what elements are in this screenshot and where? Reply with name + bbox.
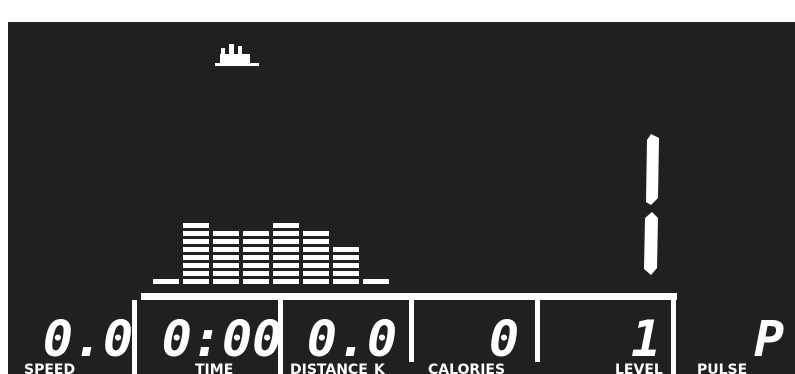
profile-segment [303, 247, 329, 252]
profile-segment [303, 263, 329, 268]
profile-segment [243, 247, 269, 252]
speed-label: SPEED [24, 362, 75, 374]
program-profile-chart [153, 223, 389, 284]
profile-segment [213, 239, 239, 244]
profile-segment [273, 279, 299, 284]
profile-segment [303, 255, 329, 260]
profile-segment [213, 255, 239, 260]
profile-column [213, 231, 239, 284]
program-person-icon [215, 44, 259, 66]
profile-segment [183, 263, 209, 268]
profile-segment [213, 263, 239, 268]
profile-column [303, 231, 329, 284]
profile-segment [183, 231, 209, 236]
distance-unit: K [374, 362, 386, 374]
profile-segment [213, 279, 239, 284]
profile-baseline [141, 293, 677, 300]
profile-segment [303, 271, 329, 276]
profile-column [363, 279, 389, 284]
profile-segment [243, 231, 269, 236]
profile-segment [333, 263, 359, 268]
profile-segment [213, 271, 239, 276]
profile-segment [273, 231, 299, 236]
profile-segment [363, 279, 389, 284]
profile-column [153, 279, 179, 284]
profile-segment [333, 255, 359, 260]
profile-segment [273, 239, 299, 244]
caption-text [0, 0, 795, 14]
distance-value: 0.0 [307, 310, 397, 368]
profile-segment [183, 239, 209, 244]
profile-segment [243, 279, 269, 284]
calories-value: 0 [489, 310, 519, 368]
profile-segment [333, 279, 359, 284]
pulse-label: PULSE [697, 362, 747, 374]
profile-segment [243, 239, 269, 244]
profile-segment [333, 271, 359, 276]
profile-segment [273, 263, 299, 268]
profile-segment [183, 279, 209, 284]
profile-segment [243, 255, 269, 260]
level-value: 1 [631, 310, 661, 368]
profile-segment [303, 239, 329, 244]
profile-segment [183, 255, 209, 260]
level-label: LEVEL [615, 362, 663, 374]
profile-segment [243, 271, 269, 276]
profile-column [333, 247, 359, 284]
time-label: TIME [195, 362, 233, 374]
profile-segment [183, 271, 209, 276]
profile-segment [183, 223, 209, 228]
profile-segment [273, 223, 299, 228]
display-svg: 0.0 0:00 0.0 0 1 P SPEED TIME DISTANCE K… [24, 44, 784, 374]
large-level-digit [644, 134, 659, 275]
profile-segment [273, 247, 299, 252]
profile-segment [183, 247, 209, 252]
distance-label: DISTANCE [290, 362, 368, 374]
pulse-value: P [754, 310, 784, 368]
profile-segment [213, 231, 239, 236]
profile-segment [153, 279, 179, 284]
profile-segment [303, 231, 329, 236]
profile-segment [333, 247, 359, 252]
profile-column [273, 223, 299, 284]
profile-segment [273, 255, 299, 260]
calories-label: CALORIES [428, 362, 505, 374]
profile-segment [213, 247, 239, 252]
speed-value: 0.0 [43, 310, 133, 368]
profile-column [183, 223, 209, 284]
profile-segment [303, 279, 329, 284]
profile-column [243, 231, 269, 284]
profile-segment [273, 271, 299, 276]
time-value: 0:00 [162, 310, 282, 368]
profile-segment [243, 263, 269, 268]
console-display: 0.0 0:00 0.0 0 1 P SPEED TIME DISTANCE K… [8, 22, 795, 374]
